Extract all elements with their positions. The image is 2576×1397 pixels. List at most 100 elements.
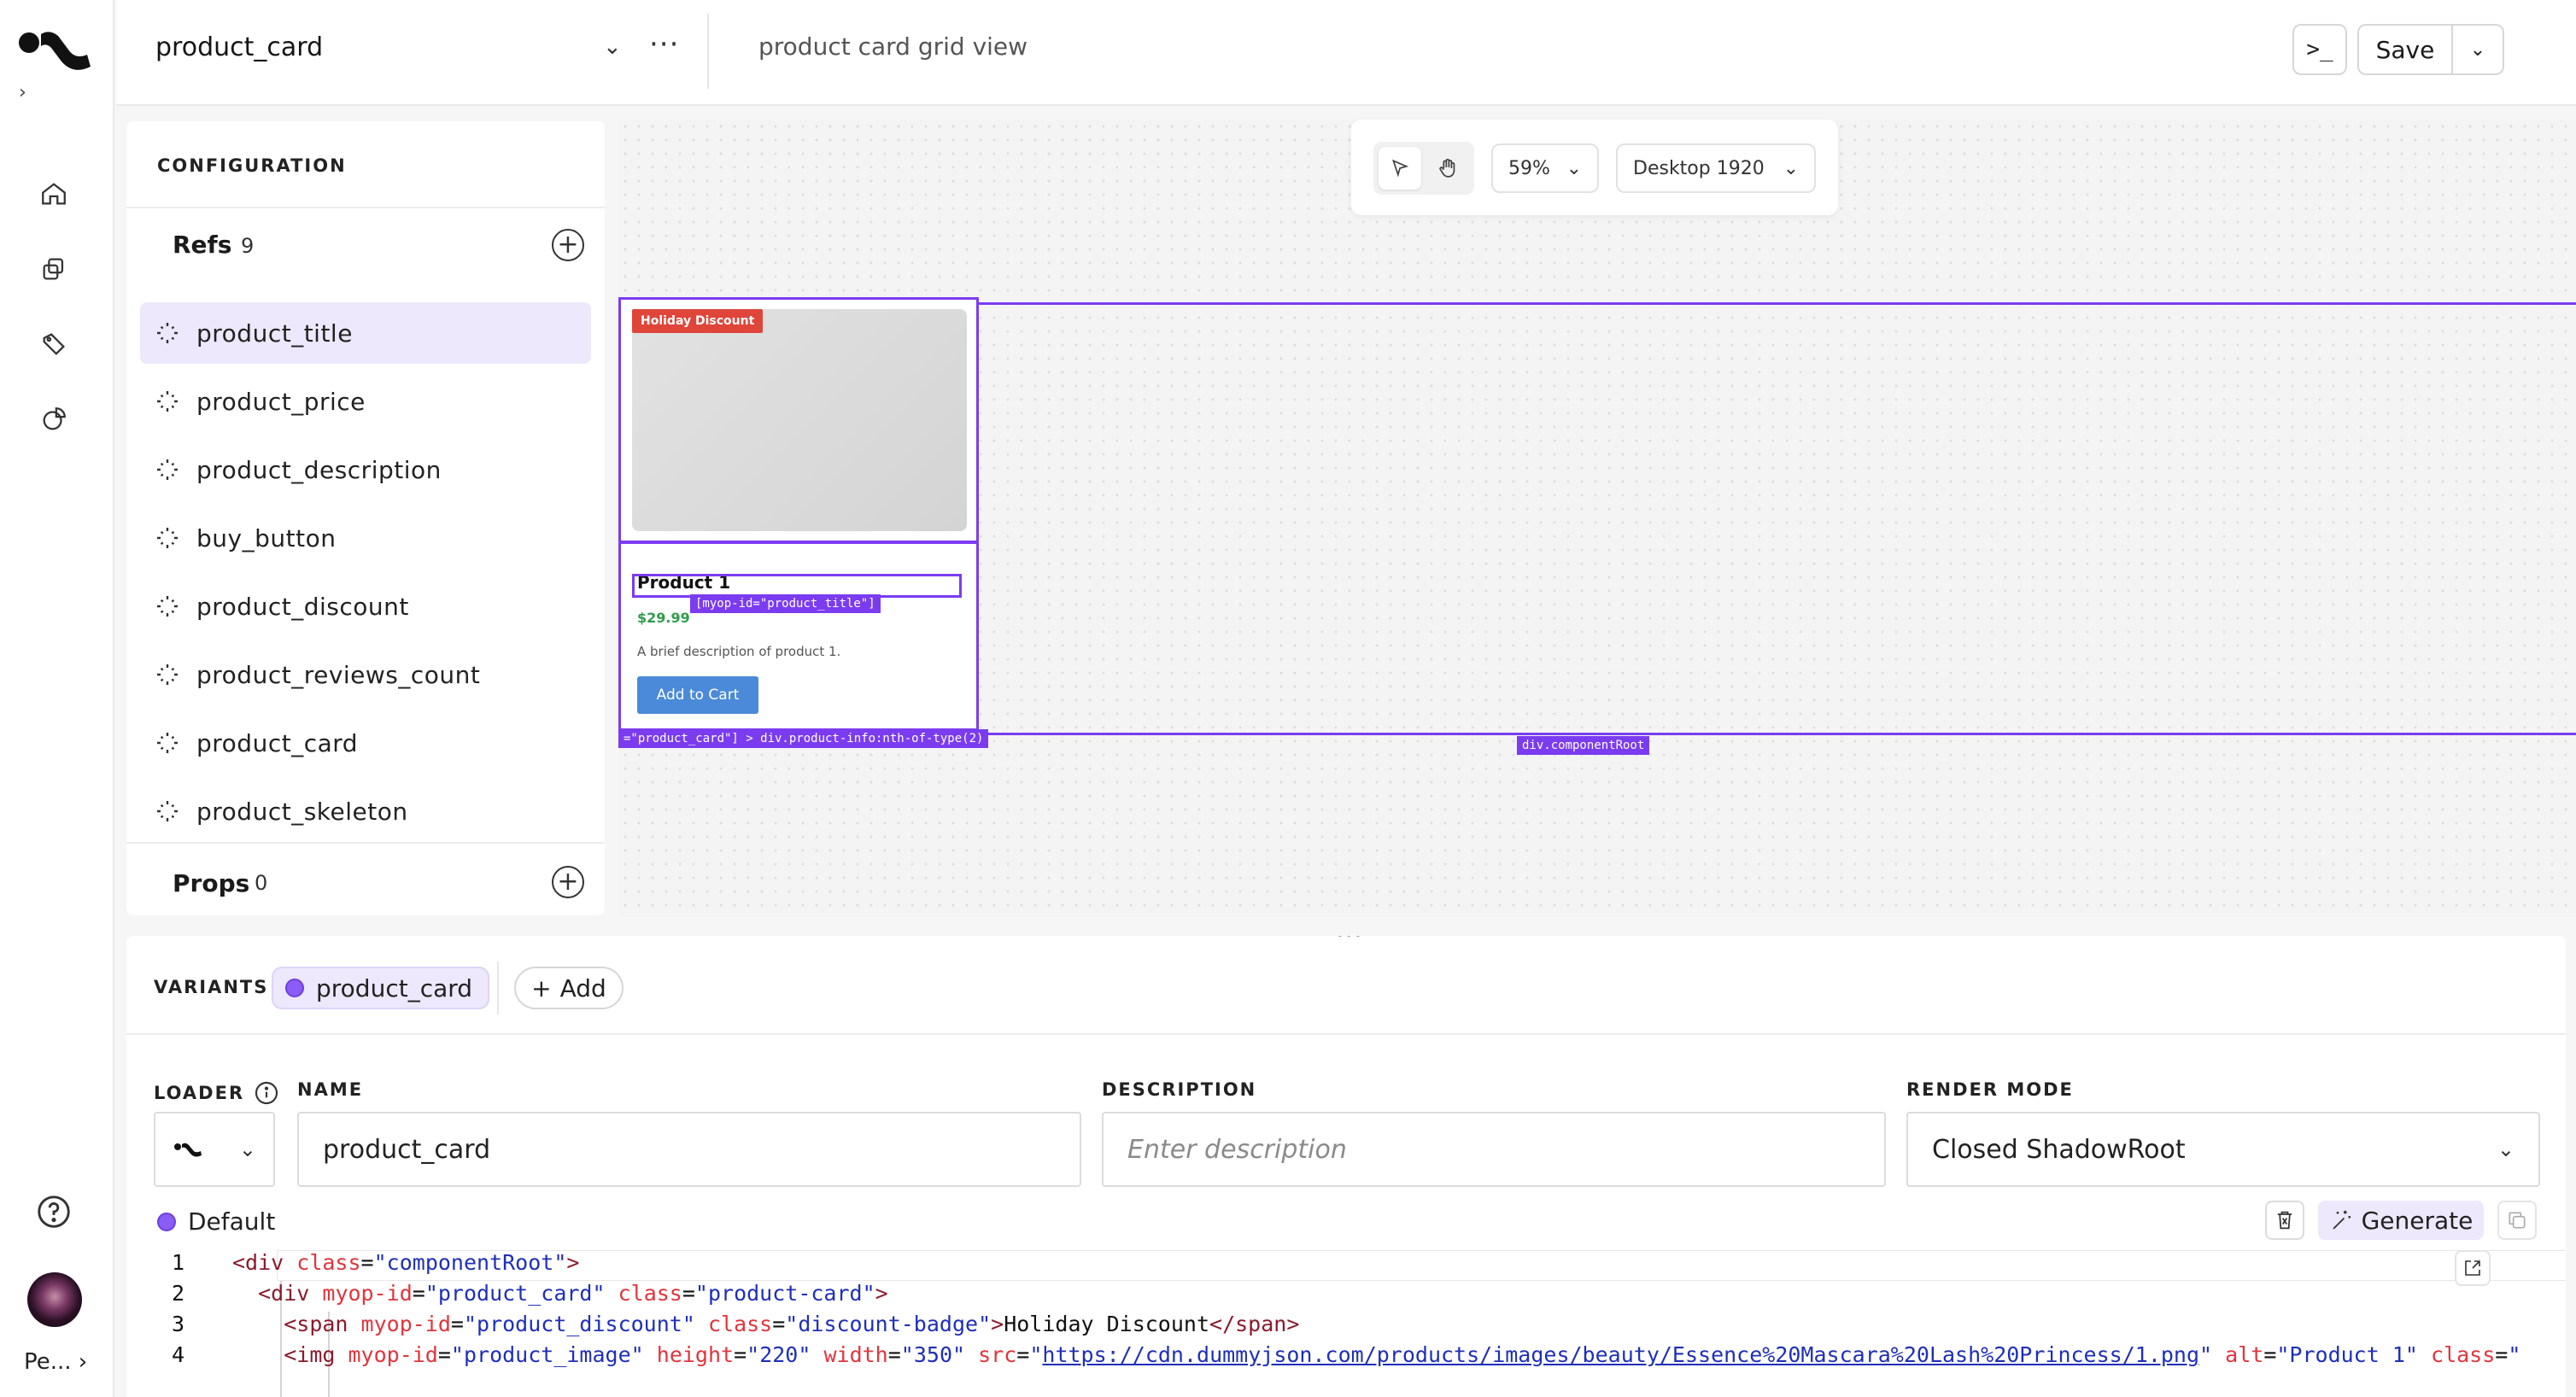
variants-label: VARIANTS (154, 977, 269, 997)
description-input[interactable]: Enter description (1102, 1112, 1886, 1187)
home-icon[interactable] (34, 174, 73, 213)
ref-item[interactable]: buy_button (140, 507, 591, 569)
expand-editor-button[interactable] (2455, 1250, 2491, 1286)
ref-target-icon (154, 798, 181, 825)
chevron-down-icon: ⌄ (1566, 157, 1582, 179)
render-mode-value: Closed ShadowRoot (1932, 1134, 2186, 1165)
help-icon[interactable] (34, 1192, 73, 1231)
expand-rail-icon[interactable]: › (19, 82, 26, 103)
current-line-highlight (277, 1250, 2566, 1281)
user-menu[interactable]: Pe... › (24, 1349, 87, 1375)
ref-item-label: product_discount (196, 592, 409, 621)
copy-icon (2509, 1212, 2526, 1229)
magic-wand-icon (2332, 1210, 2351, 1230)
loader-label-text: LOADER (154, 1083, 245, 1103)
terminal-button[interactable]: >_ (2292, 24, 2347, 75)
ref-item-label: product_title (196, 319, 353, 348)
save-button[interactable]: Save (2359, 26, 2453, 73)
product-info-selection-outline (618, 541, 979, 731)
ref-item[interactable]: product_description (140, 439, 591, 500)
ref-target-icon (154, 388, 181, 415)
ref-item[interactable]: product_card (140, 712, 591, 774)
chevron-down-icon: ⌄ (2497, 1137, 2515, 1161)
name-input[interactable]: product_card (297, 1112, 1081, 1187)
add-prop-button[interactable]: + (552, 866, 584, 898)
variant-panel: ··· VARIANTS product_card + Add LOADER N… (126, 936, 2566, 1397)
ref-target-icon (154, 593, 181, 620)
configuration-heading: CONFIGURATION (157, 155, 347, 176)
zoom-select[interactable]: 59% ⌄ (1491, 143, 1599, 193)
divider (126, 842, 605, 844)
chevron-down-icon: ⌄ (238, 1137, 256, 1161)
expand-icon (2465, 1260, 2480, 1276)
divider (126, 207, 605, 208)
tool-group (1373, 142, 1474, 195)
variant-chip-label: product_card (316, 973, 473, 1002)
line-number: 2 (171, 1281, 184, 1306)
line-number: 1 (171, 1250, 184, 1275)
refs-title: Refs (173, 231, 232, 259)
name-label: NAME (297, 1079, 364, 1100)
selector-tag-root: div.componentRoot (1517, 736, 1650, 755)
zoom-value: 59% (1508, 157, 1550, 179)
code-line: 4 <img myop-id="product_image" height="2… (126, 1342, 2520, 1373)
component-description[interactable]: product card grid view (758, 32, 1027, 61)
image-selection-outline (618, 297, 979, 543)
render-mode-select[interactable]: Closed ShadowRoot ⌄ (1906, 1112, 2540, 1187)
loader-select[interactable]: ⌄ (154, 1112, 275, 1187)
terminal-icon: >_ (2306, 37, 2333, 62)
code-editor[interactable]: 1 <div class="componentRoot"> 2 <div myop… (126, 1250, 2566, 1397)
ref-item[interactable]: product_price (140, 371, 591, 432)
more-options-icon[interactable]: ··· (649, 27, 679, 61)
copy-code-button[interactable] (2497, 1201, 2537, 1240)
nav-rail: › Pe... › (0, 0, 114, 1397)
tags-icon[interactable] (34, 324, 73, 364)
default-label: Default (188, 1207, 276, 1236)
myop-logo[interactable] (17, 24, 94, 75)
default-variant-indicator[interactable]: Default (157, 1207, 275, 1236)
ref-item[interactable]: product_skeleton (140, 780, 591, 842)
user-avatar[interactable] (27, 1272, 82, 1327)
divider (497, 962, 499, 1014)
variant-chip[interactable]: product_card (272, 967, 490, 1009)
viewport-select[interactable]: Desktop 1920 ⌄ (1616, 143, 1816, 193)
ref-item-label: product_card (196, 728, 359, 757)
configuration-panel: CONFIGURATION Refs 9 + product_titleprod… (126, 121, 605, 915)
divider (707, 14, 709, 89)
save-options-chevron-icon[interactable]: ⌄ (2453, 26, 2503, 73)
selector-tag-info: ="product_card"] > div.product-info:nth-… (618, 729, 989, 748)
save-button-group: Save ⌄ (2357, 24, 2504, 75)
resize-handle-icon[interactable]: ··· (1336, 936, 1363, 950)
default-dot-icon (157, 1212, 176, 1231)
info-icon[interactable] (253, 1079, 280, 1107)
ref-item-label: product_skeleton (196, 797, 408, 826)
add-ref-button[interactable]: + (552, 229, 584, 261)
delete-icon (2277, 1211, 2292, 1230)
top-bar: product_card ⌄ ··· product card grid vie… (116, 0, 2576, 106)
hand-tool-icon[interactable] (1426, 147, 1469, 190)
divider (126, 1033, 2566, 1035)
myop-loader-icon (174, 1143, 202, 1157)
component-name[interactable]: product_card (155, 32, 323, 62)
ref-item-label: product_description (196, 455, 442, 484)
line-number: 3 (171, 1312, 184, 1336)
ref-item-label: buy_button (196, 523, 337, 552)
ref-item[interactable]: product_reviews_count (140, 644, 591, 705)
code-line: 3 <span myop-id="product_discount" class… (126, 1312, 1299, 1342)
preview-canvas[interactable]: 59% ⌄ Desktop 1920 ⌄ Holiday Discount Pr… (618, 120, 2576, 917)
refs-count: 9 (241, 234, 255, 258)
clear-code-button[interactable] (2265, 1201, 2304, 1240)
line-number: 4 (171, 1342, 184, 1367)
add-variant-button[interactable]: + Add (514, 967, 624, 1009)
ref-item[interactable]: product_discount (140, 576, 591, 637)
analytics-icon[interactable] (34, 400, 73, 439)
ref-target-icon (154, 661, 181, 688)
loader-label: LOADER (154, 1079, 280, 1107)
generate-button[interactable]: Generate (2318, 1201, 2484, 1240)
render-mode-label: RENDER MODE (1906, 1079, 2074, 1100)
component-switcher-chevron-icon[interactable]: ⌄ (603, 34, 622, 60)
components-icon[interactable] (34, 249, 73, 289)
ref-item[interactable]: product_title (140, 302, 591, 364)
select-tool-icon[interactable] (1379, 147, 1421, 190)
selector-tag-title: [myop-id="product_title"] (690, 594, 881, 613)
